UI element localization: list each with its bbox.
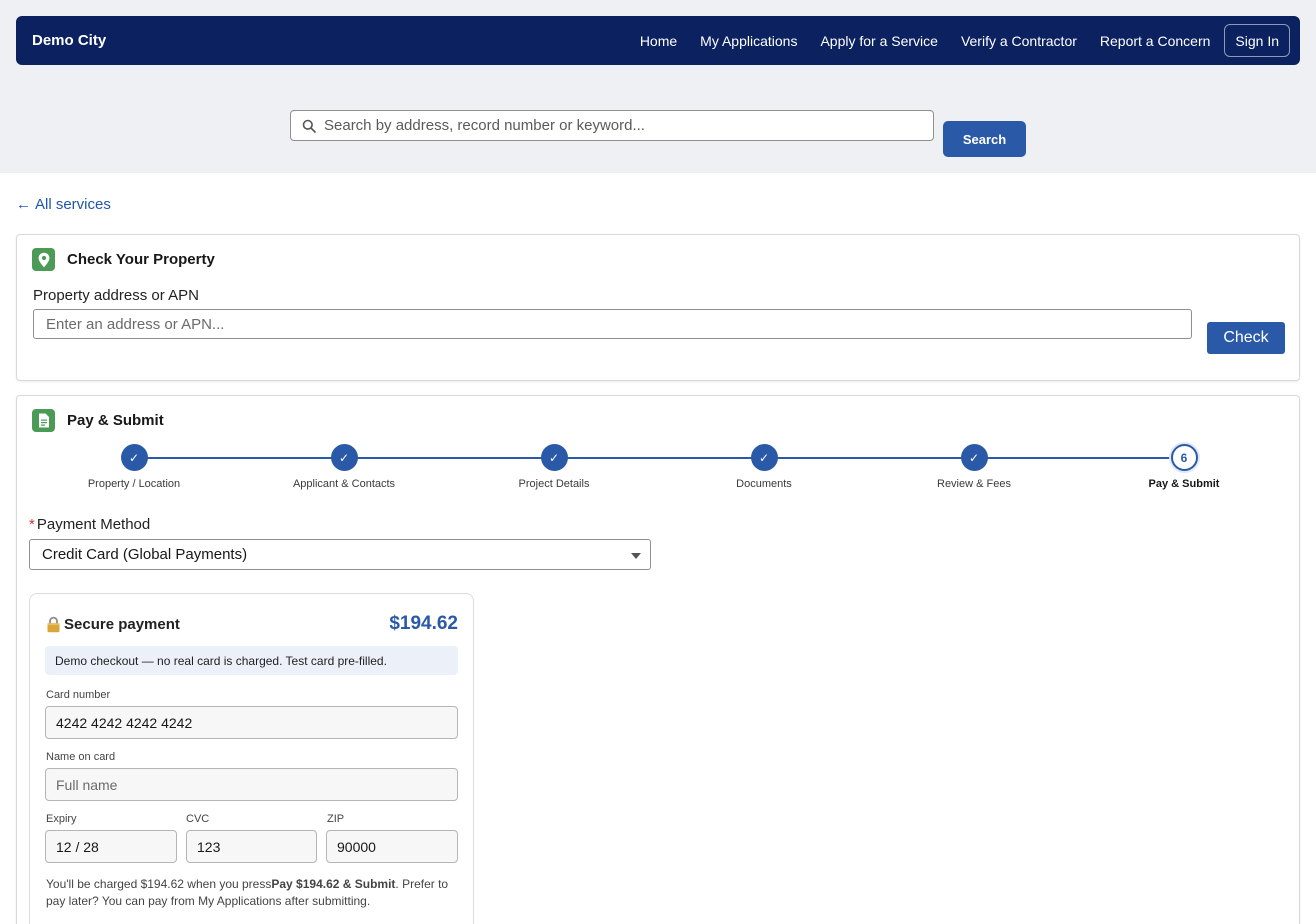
- payment-method-value: Credit Card (Global Payments): [42, 546, 248, 563]
- demo-checkout-notice: Demo checkout — no real card is charged.…: [45, 646, 458, 675]
- payment-amount: $194.62: [389, 613, 458, 634]
- step-label: Applicant & Contacts: [292, 478, 396, 490]
- card-number-input[interactable]: [56, 714, 457, 731]
- step-check-icon: ✓: [960, 444, 988, 471]
- payment-footnote: You'll be charged $194.62 when you press…: [46, 876, 461, 910]
- footnote-bold: Pay $194.62 & Submit: [271, 877, 396, 891]
- step-label: Project Details: [518, 478, 590, 490]
- check-property-title: Check Your Property: [67, 251, 215, 268]
- step-check-icon: ✓: [540, 444, 568, 471]
- secure-payment-panel: Secure payment $194.62 Demo checkout — n…: [29, 593, 474, 924]
- card-number-field: [45, 706, 458, 739]
- step-check-icon: ✓: [120, 444, 148, 471]
- payment-method-select[interactable]: Credit Card (Global Payments): [29, 539, 651, 570]
- search-button[interactable]: Search: [943, 121, 1026, 157]
- name-on-card-input[interactable]: [56, 776, 457, 793]
- step-label: Pay & Submit: [1148, 478, 1220, 490]
- step-number: 6: [1170, 444, 1198, 471]
- cvc-input[interactable]: [197, 838, 316, 855]
- step-documents[interactable]: ✓ Documents: [674, 444, 854, 490]
- payment-method-label-text: Payment Method: [36, 516, 151, 533]
- step-label: Property / Location: [87, 478, 181, 490]
- all-services-label: All services: [35, 196, 111, 213]
- cvc-field: [186, 830, 317, 863]
- progress-stepper: ✓ Property / Location ✓ Applicant & Cont…: [17, 444, 1301, 504]
- check-button[interactable]: Check: [1207, 322, 1285, 354]
- expiry-label: Expiry: [46, 813, 77, 825]
- payment-method-label: * Payment Method: [29, 516, 150, 533]
- required-marker: *: [29, 516, 35, 533]
- secure-payment-title: Secure payment: [46, 616, 180, 633]
- check-property-card: Check Your Property Property address or …: [16, 234, 1300, 381]
- dropdown-caret-icon: [631, 553, 641, 559]
- property-address-field: [33, 309, 1192, 339]
- search-input[interactable]: [324, 117, 933, 134]
- card-number-label: Card number: [46, 689, 111, 701]
- brand-logo[interactable]: Demo City: [32, 32, 106, 49]
- name-on-card-field: [45, 768, 458, 801]
- document-icon: [32, 409, 55, 432]
- zip-field: [326, 830, 458, 863]
- nav-verify-contractor[interactable]: Verify a Contractor: [961, 33, 1077, 49]
- pay-submit-card: Pay & Submit ✓ Property / Location ✓ App…: [16, 395, 1300, 924]
- nav-apply-for-service[interactable]: Apply for a Service: [820, 33, 938, 49]
- nav-report-concern[interactable]: Report a Concern: [1100, 33, 1211, 49]
- arrow-left-icon: ←: [16, 196, 31, 213]
- step-applicant-contacts[interactable]: ✓ Applicant & Contacts: [254, 444, 434, 490]
- property-address-input[interactable]: [46, 315, 1191, 333]
- search-bar: [290, 110, 934, 141]
- nav-home[interactable]: Home: [640, 33, 677, 49]
- expiry-input[interactable]: [56, 838, 176, 855]
- secure-payment-title-text: Secure payment: [64, 616, 180, 633]
- step-check-icon: ✓: [750, 444, 778, 471]
- step-review-fees[interactable]: ✓ Review & Fees: [884, 444, 1064, 490]
- zip-input[interactable]: [337, 838, 457, 855]
- property-address-label: Property address or APN: [33, 287, 199, 304]
- zip-label: ZIP: [327, 813, 345, 825]
- name-on-card-label: Name on card: [46, 751, 116, 763]
- step-label: Review & Fees: [937, 478, 1011, 490]
- sign-in-button[interactable]: Sign In: [1224, 24, 1290, 57]
- nav-links: Home My Applications Apply for a Service…: [617, 24, 1290, 57]
- cvc-label: CVC: [186, 813, 210, 825]
- lock-icon: [47, 616, 60, 633]
- search-icon: [302, 119, 316, 133]
- pay-submit-title: Pay & Submit: [67, 412, 164, 429]
- expiry-field: [45, 830, 177, 863]
- footnote-pre: You'll be charged $194.62 when you press: [46, 877, 272, 891]
- all-services-link[interactable]: ← All services: [16, 196, 111, 213]
- navbar: Demo City Home My Applications Apply for…: [16, 16, 1300, 65]
- map-pin-icon: [32, 248, 55, 271]
- nav-my-applications[interactable]: My Applications: [700, 33, 797, 49]
- step-pay-submit[interactable]: 6 Pay & Submit: [1094, 444, 1274, 490]
- step-check-icon: ✓: [330, 444, 358, 471]
- step-property-location[interactable]: ✓ Property / Location: [44, 444, 224, 490]
- step-project-details[interactable]: ✓ Project Details: [464, 444, 644, 490]
- step-label: Documents: [736, 478, 792, 490]
